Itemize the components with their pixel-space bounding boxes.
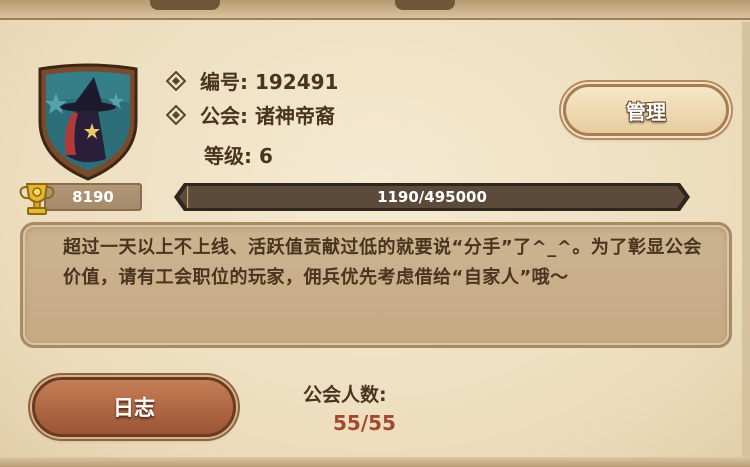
diamond-bullet-icon bbox=[166, 104, 186, 125]
guild-level-row: 等级: 6 bbox=[204, 140, 273, 169]
panel-edge bbox=[742, 22, 750, 462]
guild-id-row: 编号: 192491 bbox=[166, 66, 338, 95]
members-count: 55/55 bbox=[333, 411, 396, 435]
diamond-bullet-icon bbox=[166, 70, 186, 91]
top-frame bbox=[0, 0, 750, 20]
guild-exp-progress: 1190/495000 bbox=[172, 181, 692, 213]
bottom-frame bbox=[0, 457, 750, 467]
guild-name: 公会: 诸神帝裔 bbox=[200, 104, 335, 128]
guild-notice-text: 超过一天以上不上线、活跃值贡献过低的就要说“分手”了^_^。为了彰显公会价值，请… bbox=[63, 237, 702, 288]
manage-button[interactable]: 管理 bbox=[563, 84, 729, 136]
guild-name-row: 公会: 诸神帝裔 bbox=[166, 100, 335, 129]
guild-score: 8190 bbox=[44, 183, 142, 211]
trophy-icon bbox=[19, 183, 55, 215]
guild-id: 编号: 192491 bbox=[200, 70, 339, 94]
log-button[interactable]: 日志 bbox=[32, 377, 236, 437]
guild-level: 等级: 6 bbox=[204, 144, 273, 168]
members-label: 公会人数: bbox=[303, 384, 387, 406]
progress-text: 1190/495000 bbox=[377, 188, 487, 206]
guild-notice-box: 超过一天以上不上线、活跃值贡献过低的就要说“分手”了^_^。为了彰显公会价值，请… bbox=[20, 222, 732, 348]
guild-emblem-icon bbox=[32, 63, 144, 181]
